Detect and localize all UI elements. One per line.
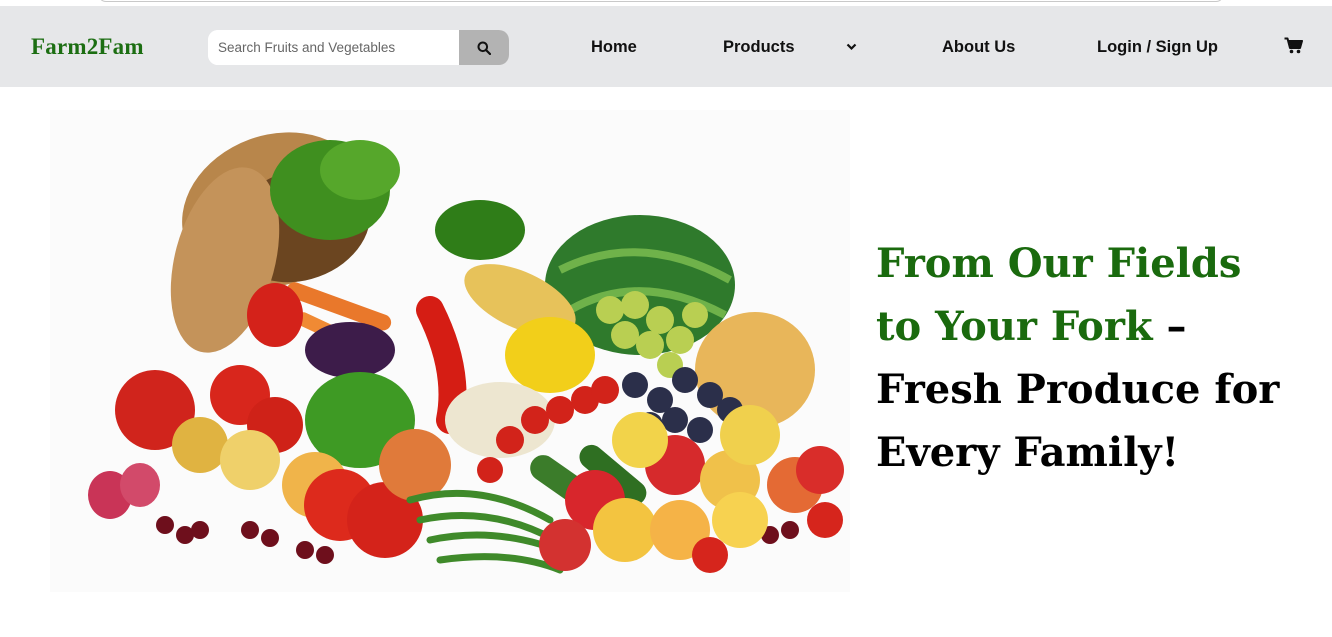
nav-login-signup[interactable]: Login / Sign Up bbox=[1097, 38, 1218, 57]
chevron-down-icon[interactable] bbox=[846, 43, 857, 51]
browser-top-edge bbox=[98, 0, 1224, 2]
nav-products[interactable]: Products bbox=[723, 38, 795, 57]
hero-headline: From Our Fields to Your Fork – Fresh Pro… bbox=[876, 232, 1296, 484]
navbar: Farm2Fam Home Products About Us Login / … bbox=[0, 6, 1332, 87]
hero-headline-green: From Our Fields to Your Fork bbox=[876, 240, 1242, 350]
search-bar bbox=[208, 30, 509, 65]
cart-icon[interactable] bbox=[1284, 37, 1303, 54]
nav-home[interactable]: Home bbox=[591, 38, 637, 57]
brand-logo[interactable]: Farm2Fam bbox=[31, 34, 144, 60]
hero-produce-image bbox=[50, 110, 850, 592]
nav-about[interactable]: About Us bbox=[942, 38, 1015, 57]
search-button[interactable] bbox=[459, 30, 509, 65]
search-input[interactable] bbox=[208, 30, 459, 65]
search-icon bbox=[477, 41, 491, 55]
